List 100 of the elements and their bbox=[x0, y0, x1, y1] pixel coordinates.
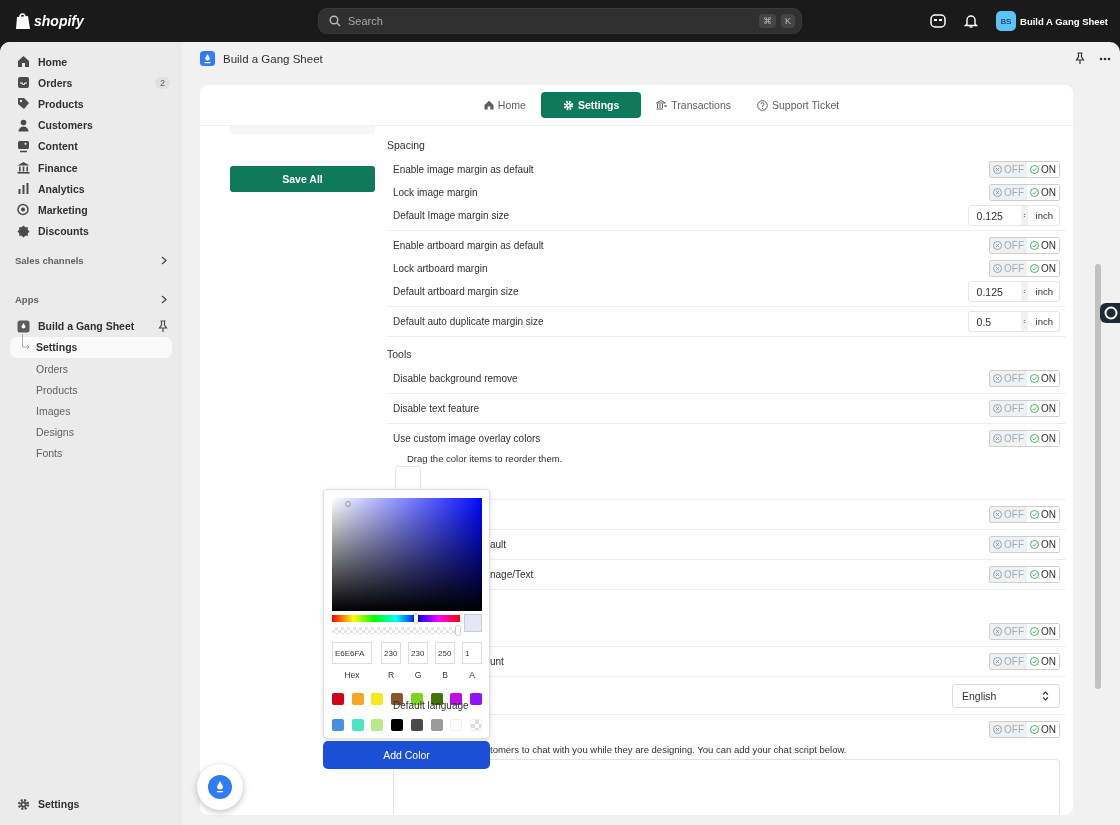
check-circle-icon bbox=[1030, 570, 1039, 579]
on-off-toggle[interactable]: OFF ON bbox=[989, 370, 1060, 387]
color-swatch[interactable] bbox=[351, 719, 364, 731]
nav-item[interactable]: Home bbox=[10, 51, 172, 73]
tab[interactable]: Support Ticket bbox=[746, 92, 851, 118]
channel-field[interactable]: 230 bbox=[408, 642, 428, 664]
nav-item[interactable]: Finance bbox=[10, 156, 172, 179]
channel-field[interactable]: 1 bbox=[462, 642, 482, 664]
nav-item[interactable]: Products bbox=[10, 93, 172, 115]
on-off-toggle[interactable]: OFF ON bbox=[989, 506, 1060, 523]
logo-text[interactable]: shopify bbox=[34, 13, 84, 29]
color-swatch[interactable] bbox=[332, 719, 344, 731]
app-icon bbox=[17, 319, 30, 333]
language-select[interactable]: English bbox=[952, 683, 1060, 708]
on-off-toggle[interactable]: OFF ON bbox=[989, 237, 1060, 254]
scrollbar[interactable] bbox=[1095, 264, 1101, 689]
color-swatch[interactable] bbox=[391, 719, 404, 731]
hue-slider[interactable] bbox=[332, 615, 460, 622]
alpha-slider[interactable] bbox=[332, 627, 460, 634]
on-off-toggle[interactable]: OFF ON bbox=[989, 653, 1060, 670]
add-color-button[interactable]: Add Color bbox=[323, 741, 490, 769]
on-off-toggle[interactable]: OFF ON bbox=[989, 430, 1060, 447]
channel-field[interactable]: 250 bbox=[435, 642, 455, 664]
on-off-toggle[interactable]: OFF ON bbox=[989, 184, 1060, 201]
sub-nav-item[interactable]: Fonts bbox=[10, 442, 172, 464]
storefront-icon[interactable] bbox=[930, 14, 947, 28]
slider-thumb[interactable] bbox=[456, 626, 460, 635]
color-item[interactable] bbox=[395, 466, 421, 492]
on-option[interactable]: ON bbox=[1027, 431, 1059, 446]
nav-item[interactable]: Marketing bbox=[10, 199, 172, 221]
on-option[interactable]: ON bbox=[1027, 654, 1059, 669]
hex-field[interactable]: E6E6FA bbox=[332, 642, 372, 664]
number-field[interactable]: 0.125 inch bbox=[967, 205, 1060, 226]
nav-item[interactable]: Orders 2 bbox=[10, 72, 172, 94]
color-preview bbox=[464, 614, 482, 632]
on-off-toggle[interactable]: OFF ON bbox=[989, 260, 1060, 277]
nav-item[interactable]: Settings bbox=[10, 793, 172, 815]
more-icon[interactable] bbox=[1099, 56, 1111, 61]
on-off-toggle[interactable]: OFF ON bbox=[989, 566, 1060, 583]
sub-nav-item[interactable]: Settings bbox=[10, 336, 172, 359]
color-swatch[interactable] bbox=[371, 693, 384, 705]
hint-text: tomers to chat with you while they are designing. You can add your chat script below. bbox=[490, 743, 847, 755]
sub-nav-item[interactable]: Products bbox=[10, 379, 172, 401]
store-name[interactable]: Build A Gang Sheet bbox=[1020, 15, 1108, 27]
ring-icon[interactable] bbox=[1100, 303, 1120, 323]
on-option[interactable]: ON bbox=[1027, 624, 1059, 639]
on-option[interactable]: ON bbox=[1027, 162, 1059, 177]
on-option[interactable]: ON bbox=[1027, 261, 1059, 276]
color-swatch[interactable] bbox=[410, 719, 423, 731]
on-option[interactable]: ON bbox=[1027, 567, 1059, 582]
on-option[interactable]: ON bbox=[1027, 185, 1059, 200]
nav-item[interactable]: Analytics bbox=[10, 178, 172, 200]
on-off-toggle[interactable]: OFF ON bbox=[989, 536, 1060, 553]
pin-icon[interactable] bbox=[1075, 52, 1085, 65]
chevron-right-icon bbox=[161, 256, 167, 266]
saturation-area[interactable] bbox=[332, 498, 482, 611]
number-field[interactable]: 0.5 inch bbox=[967, 311, 1060, 332]
on-option[interactable]: ON bbox=[1027, 238, 1059, 253]
transparent-swatch[interactable] bbox=[469, 719, 482, 731]
search-bar[interactable]: Search ⌘ K bbox=[318, 8, 802, 34]
bell-icon[interactable] bbox=[964, 13, 979, 29]
tab[interactable]: Settings bbox=[540, 92, 642, 118]
sub-nav-item[interactable]: Images bbox=[10, 400, 172, 422]
on-off-toggle[interactable]: OFF ON bbox=[989, 623, 1060, 640]
tab[interactable]: Transactions bbox=[645, 92, 742, 118]
nav-item[interactable]: Customers bbox=[10, 114, 172, 136]
on-option[interactable]: ON bbox=[1027, 537, 1059, 552]
color-swatch[interactable] bbox=[371, 719, 384, 731]
count-badge: 2 bbox=[155, 76, 170, 89]
close-circle-icon bbox=[993, 264, 1002, 273]
on-option[interactable]: ON bbox=[1027, 722, 1059, 737]
unit-label: inch bbox=[1034, 316, 1054, 327]
number-field[interactable]: 0.125 inch bbox=[967, 281, 1060, 302]
save-button[interactable]: Save All bbox=[230, 166, 375, 192]
check-circle-icon bbox=[1030, 264, 1039, 273]
channel-field[interactable]: 230 bbox=[381, 642, 401, 664]
search-input[interactable]: Search bbox=[346, 14, 754, 28]
on-off-toggle[interactable]: OFF ON bbox=[989, 400, 1060, 417]
color-swatch[interactable] bbox=[332, 693, 344, 705]
on-off-toggle[interactable]: OFF ON bbox=[989, 721, 1060, 738]
on-option[interactable]: ON bbox=[1027, 507, 1059, 522]
sub-nav-item[interactable]: Designs bbox=[10, 421, 172, 443]
color-swatch[interactable] bbox=[469, 693, 482, 705]
on-option[interactable]: ON bbox=[1027, 401, 1059, 416]
on-off-toggle[interactable]: OFF ON bbox=[989, 161, 1060, 178]
sub-nav-item[interactable]: Orders bbox=[10, 358, 172, 380]
avatar[interactable]: BS bbox=[996, 11, 1017, 31]
tab[interactable]: Home bbox=[472, 92, 537, 118]
section-header[interactable]: Apps bbox=[10, 289, 172, 310]
pin-icon[interactable] bbox=[158, 319, 168, 333]
nav-item[interactable]: Discounts bbox=[10, 220, 172, 242]
section-heading: Spacing bbox=[387, 138, 426, 153]
section-header[interactable]: Sales channels bbox=[10, 250, 172, 271]
app-nav-item[interactable]: Build a Gang Sheet bbox=[10, 315, 172, 337]
color-swatch[interactable] bbox=[430, 719, 443, 731]
nav-item[interactable]: Content bbox=[10, 135, 172, 157]
color-swatch[interactable] bbox=[351, 693, 364, 705]
inbox-icon bbox=[17, 76, 30, 90]
slider-thumb[interactable] bbox=[414, 614, 419, 623]
on-option[interactable]: ON bbox=[1027, 371, 1059, 386]
